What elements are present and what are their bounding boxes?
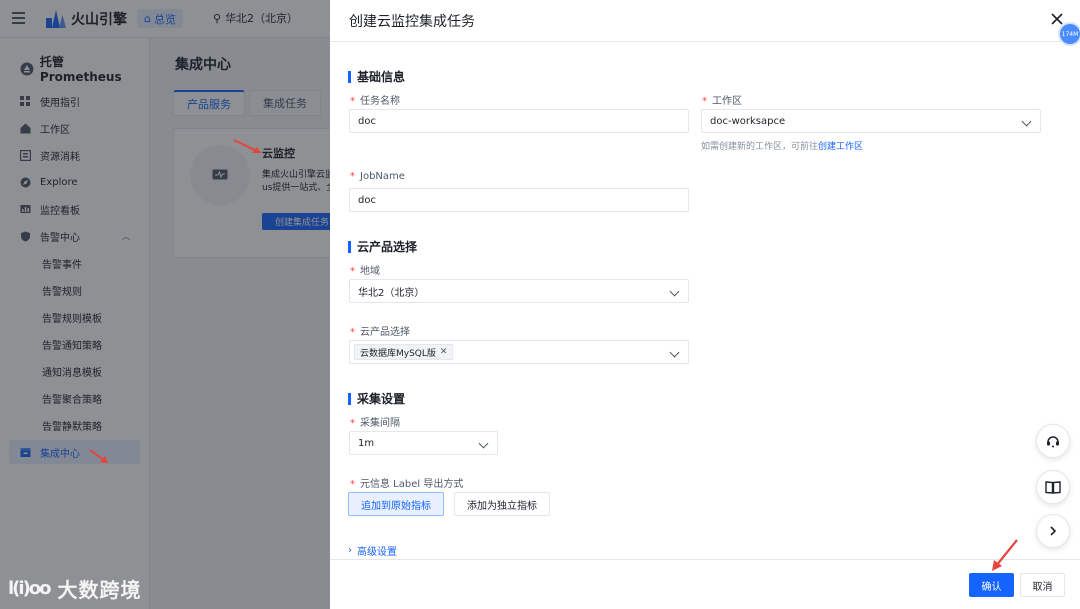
required-mark: * bbox=[350, 171, 355, 182]
append-to-original-metric-option[interactable]: 追加到原始指标 bbox=[348, 492, 444, 516]
workspace-hint: 如需创建新的工作区，可前往创建工作区 bbox=[701, 139, 863, 152]
label-text: 地域 bbox=[360, 266, 380, 277]
required-mark: * bbox=[350, 266, 355, 277]
confirm-button[interactable]: 确认 bbox=[969, 573, 1014, 597]
create-task-drawer: 创建云监控集成任务 174M 基础信息 * 任务名称 * 工作区 doc-works… bbox=[330, 0, 1080, 609]
chevron-right-icon: › bbox=[348, 545, 352, 556]
advanced-settings-toggle[interactable]: › 高级设置 bbox=[348, 543, 397, 558]
section-title: 采集设置 bbox=[357, 392, 406, 406]
interval-select[interactable]: 1m bbox=[349, 431, 498, 455]
task-name-input[interactable] bbox=[349, 109, 689, 133]
expand-button[interactable] bbox=[1036, 514, 1070, 548]
jobname-input[interactable] bbox=[349, 188, 689, 212]
region-select[interactable]: 华北2（北京） bbox=[349, 279, 689, 303]
watermark: l(i)oo 大数跨境 bbox=[8, 574, 142, 603]
tag-close-icon[interactable]: ✕ bbox=[440, 347, 448, 357]
chevron-down-icon bbox=[669, 286, 680, 297]
interval-label: * 采集间隔 bbox=[350, 414, 400, 429]
drawer-title: 创建云监控集成任务 bbox=[349, 14, 475, 30]
docs-button[interactable] bbox=[1036, 470, 1070, 504]
watermark-text: 大数跨境 bbox=[57, 578, 142, 602]
create-workspace-link[interactable]: 创建工作区 bbox=[818, 142, 863, 152]
chevron-right-icon bbox=[1050, 526, 1057, 536]
task-name-label: * 任务名称 bbox=[350, 92, 400, 107]
product-select[interactable]: 云数据库MySQL版 ✕ bbox=[349, 340, 689, 364]
jobname-label: * JobName bbox=[350, 171, 405, 182]
add-as-standalone-metric-option[interactable]: 添加为独立指标 bbox=[454, 492, 550, 516]
section-collect-settings: 采集设置 bbox=[348, 390, 405, 407]
required-mark: * bbox=[350, 96, 355, 107]
label-text: 元信息 Label 导出方式 bbox=[360, 479, 464, 490]
workspace-value: doc-worksapce bbox=[710, 115, 786, 127]
headset-icon bbox=[1047, 436, 1059, 448]
required-mark: * bbox=[702, 96, 707, 107]
label-export-label: * 元信息 Label 导出方式 bbox=[350, 475, 463, 490]
tag-label: 云数据库MySQL版 bbox=[360, 348, 436, 359]
required-mark: * bbox=[350, 479, 355, 490]
section-product-selection: 云产品选择 bbox=[348, 238, 417, 255]
task-name-input-field[interactable] bbox=[358, 115, 680, 127]
annotation-arrow-icon bbox=[992, 539, 1018, 571]
memory-badge: 174M bbox=[1060, 24, 1080, 44]
workspace-label: * 工作区 bbox=[702, 92, 742, 107]
watermark-logo: l(i)oo bbox=[8, 578, 52, 599]
label-text: JobName bbox=[360, 171, 405, 182]
chevron-down-icon bbox=[1021, 116, 1032, 127]
section-title: 基础信息 bbox=[357, 70, 406, 84]
selected-product-tag: 云数据库MySQL版 ✕ bbox=[354, 344, 454, 360]
interval-value: 1m bbox=[358, 437, 375, 449]
label-text: 云产品选择 bbox=[360, 327, 410, 338]
jobname-input-field[interactable] bbox=[358, 194, 680, 206]
cancel-button[interactable]: 取消 bbox=[1020, 573, 1065, 597]
drawer-footer: 确认 取消 bbox=[330, 559, 1080, 609]
annotation-arrow-icon bbox=[89, 449, 108, 463]
label-text: 工作区 bbox=[712, 96, 742, 107]
required-mark: * bbox=[350, 418, 355, 429]
section-title: 云产品选择 bbox=[357, 240, 418, 254]
label-text: 任务名称 bbox=[360, 96, 400, 107]
book-icon bbox=[1045, 481, 1061, 494]
label-text: 采集间隔 bbox=[360, 418, 400, 429]
drawer-header: 创建云监控集成任务 174M bbox=[330, 0, 1080, 44]
chevron-down-icon bbox=[669, 347, 680, 358]
region-value: 华北2（北京） bbox=[358, 287, 425, 299]
section-basic-info: 基础信息 bbox=[348, 68, 405, 85]
annotation-arrow-icon bbox=[233, 139, 261, 153]
hint-text: 如需创建新的工作区，可前往 bbox=[701, 142, 819, 152]
customer-service-button[interactable] bbox=[1036, 424, 1070, 458]
workspace-select[interactable]: doc-worksapce bbox=[701, 109, 1041, 133]
advanced-settings-label: 高级设置 bbox=[357, 547, 397, 558]
region-label: * 地域 bbox=[350, 262, 380, 277]
chevron-down-icon bbox=[478, 438, 489, 449]
required-mark: * bbox=[350, 327, 355, 338]
product-label: * 云产品选择 bbox=[350, 323, 410, 338]
